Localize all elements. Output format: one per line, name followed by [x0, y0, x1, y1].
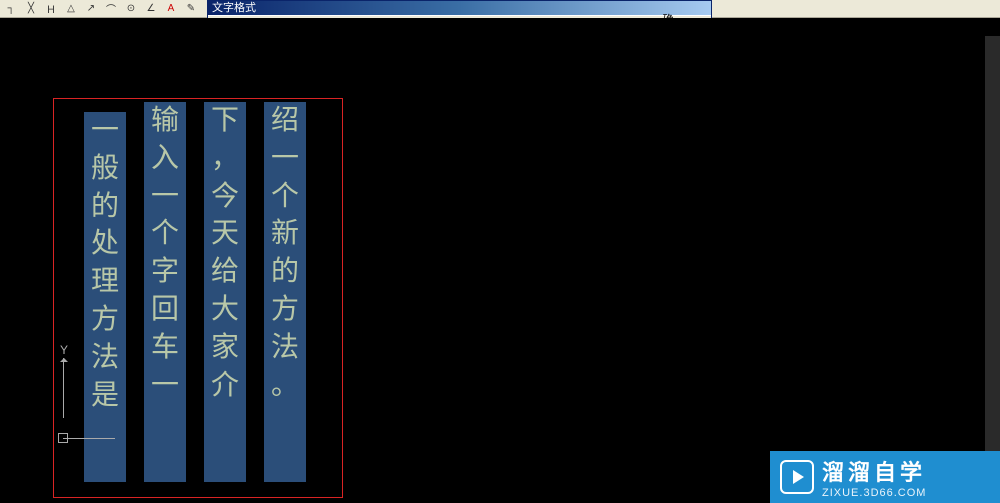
- cjk-char: 一: [151, 367, 179, 405]
- vertical-text-col-2[interactable]: 输入一个字回车一: [144, 102, 186, 482]
- watermark-url: ZIXUE.3D66.COM: [822, 487, 926, 499]
- tool-icon[interactable]: ⊙: [122, 1, 140, 17]
- cjk-char: 大: [211, 291, 239, 329]
- drawing-canvas[interactable]: 一般的处理方法是 输入一个字回车一 下，今天给大家介 绍一个新的方法。 Y 溜溜…: [0, 18, 1000, 503]
- tool-icon[interactable]: ✎: [182, 1, 200, 17]
- cjk-char: 介: [211, 367, 239, 405]
- cjk-char: 字: [151, 253, 179, 291]
- scrollbar-vertical[interactable]: [985, 36, 1000, 466]
- watermark-title: 溜溜自学: [822, 455, 926, 487]
- axis-y-arrow: [63, 358, 64, 418]
- vertical-text-col-3[interactable]: 下，今天给大家介: [204, 102, 246, 482]
- cjk-char: 给: [211, 253, 239, 291]
- cjk-char: 方: [271, 291, 299, 329]
- tool-icon[interactable]: ┐: [2, 1, 20, 17]
- cjk-char: 今: [211, 178, 239, 216]
- play-icon: [780, 460, 814, 494]
- cjk-char: 个: [151, 215, 179, 253]
- cjk-char: 绍: [271, 102, 299, 140]
- panel-title: 文字格式: [208, 1, 711, 15]
- cjk-char: 是: [91, 377, 119, 415]
- cjk-char: 回: [151, 291, 179, 329]
- cjk-char: 理: [91, 263, 119, 301]
- cjk-char: 车: [151, 329, 179, 367]
- cjk-char: 一: [151, 178, 179, 216]
- axis-x-arrow: [63, 438, 115, 439]
- tool-icon[interactable]: ⌒: [102, 1, 120, 17]
- watermark: 溜溜自学 ZIXUE.3D66.COM: [770, 451, 1000, 503]
- cjk-char: 般: [91, 150, 119, 188]
- tool-icon[interactable]: ╳: [22, 1, 40, 17]
- cjk-char: 的: [271, 253, 299, 291]
- cjk-char: 家: [211, 329, 239, 367]
- tool-icon[interactable]: ∠: [142, 1, 160, 17]
- vertical-text-col-1[interactable]: 一般的处理方法是: [84, 112, 126, 482]
- vertical-text-col-4[interactable]: 绍一个新的方法。: [264, 102, 306, 482]
- cjk-char: 处: [91, 225, 119, 263]
- tool-icon[interactable]: A: [162, 1, 180, 17]
- cjk-char: 。: [271, 367, 299, 405]
- cjk-char: 法: [271, 329, 299, 367]
- cjk-char: 入: [151, 140, 179, 178]
- cjk-char: 法: [91, 339, 119, 377]
- cjk-char: 一: [271, 140, 299, 178]
- cjk-char: 个: [271, 178, 299, 216]
- tool-icon[interactable]: △: [62, 1, 80, 17]
- cjk-char: 输: [151, 102, 179, 140]
- cjk-char: 下: [211, 102, 239, 140]
- tool-icon[interactable]: ↗: [82, 1, 100, 17]
- tool-icon[interactable]: Ｈ: [42, 1, 60, 17]
- cjk-char: 新: [271, 215, 299, 253]
- cjk-char: 天: [211, 215, 239, 253]
- cjk-char: 一: [91, 112, 119, 150]
- axis-origin-icon: [58, 433, 68, 443]
- cjk-char: 的: [91, 188, 119, 226]
- cjk-char: 方: [91, 301, 119, 339]
- cjk-char: ，: [211, 140, 239, 178]
